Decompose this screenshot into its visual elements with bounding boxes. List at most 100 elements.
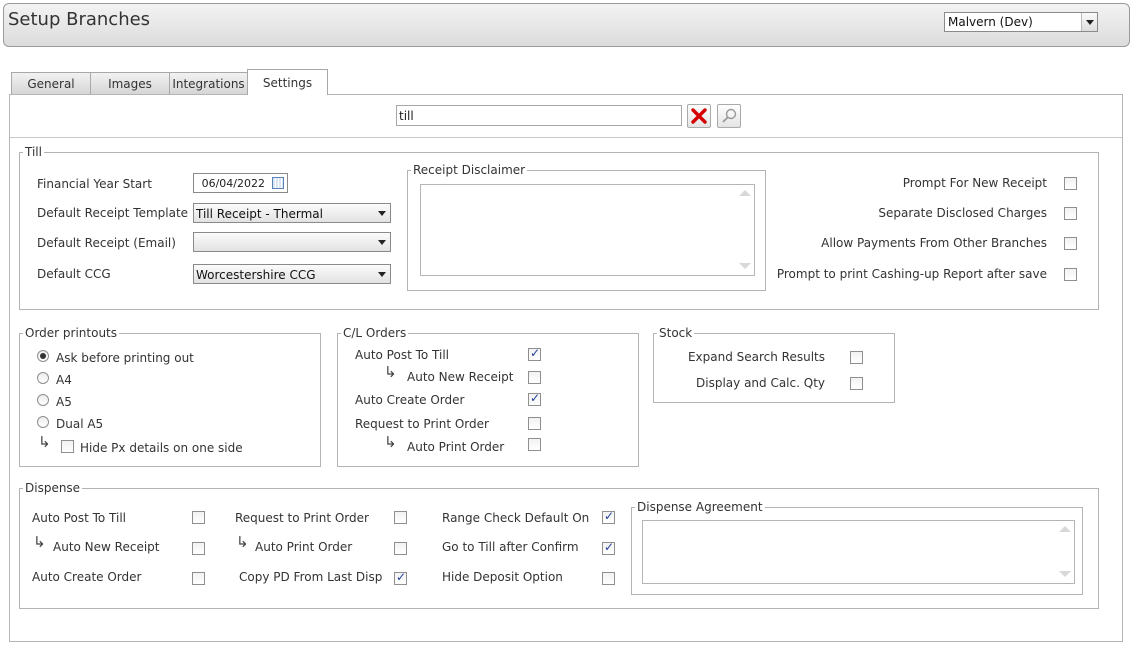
- till-legend: Till: [23, 144, 44, 160]
- default-receipt-email-select[interactable]: [193, 232, 391, 252]
- prompt-cashing-checkbox[interactable]: [1064, 268, 1077, 281]
- financial-year-start-value: 06/04/2022: [201, 177, 265, 190]
- order-printouts-legend: Order printouts: [23, 325, 120, 341]
- dispense-auto-new-receipt-checkbox[interactable]: [192, 542, 205, 555]
- tab-images-label: Images: [108, 77, 152, 91]
- default-ccg-select[interactable]: Worcestershire CCG: [193, 264, 391, 284]
- search-input-value: till: [399, 109, 414, 123]
- radio-a4-label: A4: [56, 373, 72, 387]
- default-ccg-label: Default CCG: [37, 267, 111, 281]
- dispense-range-check-checkbox[interactable]: [602, 509, 615, 524]
- default-ccg-value: Worcestershire CCG: [196, 268, 316, 282]
- radio-a5[interactable]: [37, 394, 49, 406]
- allow-payments-label: Allow Payments From Other Branches: [821, 236, 1047, 250]
- radio-a5-label: A5: [56, 395, 72, 409]
- receipt-disclaimer-textarea[interactable]: [420, 184, 755, 276]
- dispense-auto-print-label: Auto Print Order: [255, 540, 353, 554]
- expand-search-checkbox[interactable]: [850, 351, 863, 364]
- dispense-range-check-label: Range Check Default On: [442, 511, 590, 525]
- default-receipt-template-value: Till Receipt - Thermal: [196, 207, 323, 221]
- tab-integrations-label: Integrations: [172, 77, 245, 91]
- display-calc-label: Display and Calc. Qty: [696, 376, 825, 390]
- cl-auto-print-checkbox[interactable]: [528, 438, 541, 451]
- expand-search-label: Expand Search Results: [687, 350, 825, 364]
- radio-ask-before-printing-label: Ask before printing out: [56, 351, 194, 365]
- dispense-hide-deposit-checkbox[interactable]: [602, 572, 615, 585]
- search-icon: [722, 108, 737, 123]
- cl-auto-new-receipt-label: Auto New Receipt: [407, 370, 514, 384]
- dispense-copy-pd-label: Copy PD From Last Disp: [239, 570, 383, 584]
- branch-select-value: Malvern (Dev): [948, 15, 1033, 29]
- cl-auto-post-checkbox[interactable]: [528, 346, 541, 361]
- calendar-icon[interactable]: [272, 177, 284, 189]
- receipt-disclaimer-legend: Receipt Disclaimer: [411, 162, 528, 178]
- prompt-cashing-label: Prompt to print Cashing-up Report after …: [776, 267, 1047, 281]
- dispense-request-print-checkbox[interactable]: [394, 511, 407, 524]
- tab-images[interactable]: Images: [90, 72, 170, 94]
- tab-integrations[interactable]: Integrations: [169, 72, 248, 94]
- dispense-request-print-label: Request to Print Order: [235, 511, 369, 525]
- default-receipt-template-label: Default Receipt Template: [37, 206, 189, 220]
- financial-year-start-label: Financial Year Start: [37, 177, 152, 191]
- scroll-down-icon[interactable]: [739, 262, 751, 270]
- cl-request-print-checkbox[interactable]: [528, 417, 541, 430]
- dispense-auto-create-order-label: Auto Create Order: [32, 570, 142, 584]
- sub-option-arrow-icon: ↳: [384, 363, 397, 381]
- chevron-down-icon: [374, 204, 390, 222]
- branch-select[interactable]: Malvern (Dev): [944, 12, 1098, 32]
- scroll-up-icon[interactable]: [739, 190, 751, 198]
- sub-option-arrow-icon: ↳: [236, 533, 249, 551]
- dispense-legend: Dispense: [23, 480, 83, 496]
- cl-auto-post-label: Auto Post To Till: [355, 348, 450, 362]
- dispense-auto-create-order-checkbox[interactable]: [192, 572, 205, 585]
- stock-group: Stock: [653, 325, 895, 403]
- cl-auto-print-label: Auto Print Order: [407, 440, 505, 454]
- cl-orders-legend: C/L Orders: [341, 325, 409, 341]
- dispense-hide-deposit-label: Hide Deposit Option: [442, 570, 563, 584]
- search-button[interactable]: [717, 104, 741, 128]
- dispense-auto-post-checkbox[interactable]: [192, 511, 205, 524]
- scroll-down-icon[interactable]: [1059, 570, 1071, 578]
- cl-auto-new-receipt-checkbox[interactable]: [528, 371, 541, 384]
- dispense-go-to-till-checkbox[interactable]: [602, 540, 615, 555]
- radio-ask-before-printing[interactable]: [37, 350, 49, 362]
- dispense-auto-post-label: Auto Post To Till: [32, 511, 127, 525]
- dispense-agreement-textarea[interactable]: [642, 520, 1075, 584]
- allow-payments-checkbox[interactable]: [1064, 237, 1077, 250]
- chevron-down-icon[interactable]: [1081, 13, 1097, 31]
- sub-option-arrow-icon: ↳: [38, 433, 51, 451]
- tab-settings-label: Settings: [262, 76, 313, 90]
- hide-px-checkbox[interactable]: [61, 440, 74, 453]
- hide-px-label: Hide Px details on one side: [80, 441, 243, 455]
- page-title: Setup Branches: [8, 9, 151, 30]
- default-receipt-template-select[interactable]: Till Receipt - Thermal: [193, 203, 391, 223]
- dispense-auto-new-receipt-label: Auto New Receipt: [53, 540, 160, 554]
- tab-settings[interactable]: Settings: [247, 69, 328, 95]
- dispense-go-to-till-label: Go to Till after Confirm: [442, 540, 579, 554]
- scroll-up-icon[interactable]: [1059, 526, 1071, 534]
- tab-general[interactable]: General: [11, 72, 91, 94]
- cl-auto-create-order-checkbox[interactable]: [528, 391, 541, 406]
- dispense-copy-pd-checkbox[interactable]: [394, 570, 407, 585]
- radio-dual-a5[interactable]: [37, 416, 49, 428]
- prompt-new-receipt-checkbox[interactable]: [1064, 177, 1077, 190]
- cl-request-print-label: Request to Print Order: [355, 417, 489, 431]
- stock-legend: Stock: [657, 325, 695, 341]
- clear-search-button[interactable]: [687, 104, 711, 128]
- radio-dual-a5-label: Dual A5: [56, 417, 104, 431]
- prompt-new-receipt-label: Prompt For New Receipt: [902, 176, 1047, 190]
- default-receipt-email-label: Default Receipt (Email): [37, 236, 176, 250]
- display-calc-checkbox[interactable]: [850, 377, 863, 390]
- separate-disclosed-checkbox[interactable]: [1064, 207, 1077, 220]
- divider: [10, 137, 1122, 138]
- chevron-down-icon: [374, 233, 390, 251]
- dispense-agreement-legend: Dispense Agreement: [635, 499, 765, 515]
- financial-year-start-field[interactable]: 06/04/2022: [193, 173, 288, 193]
- radio-a4[interactable]: [37, 372, 49, 384]
- separate-disclosed-label: Separate Disclosed Charges: [878, 206, 1047, 220]
- sub-option-arrow-icon: ↳: [384, 433, 397, 451]
- cl-auto-create-order-label: Auto Create Order: [355, 393, 465, 407]
- close-icon: [691, 108, 707, 124]
- search-input[interactable]: till: [396, 105, 682, 126]
- dispense-auto-print-checkbox[interactable]: [394, 542, 407, 555]
